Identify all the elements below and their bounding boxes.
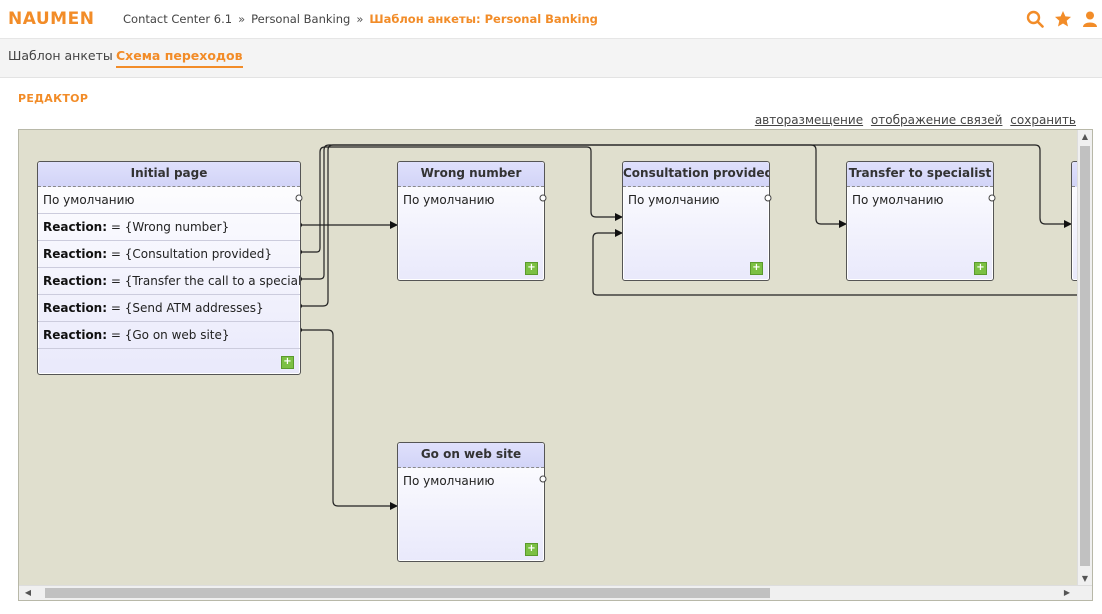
editor-title: РЕДАКТОР (18, 92, 89, 105)
breadcrumb-item-personal-banking[interactable]: Personal Banking (251, 12, 350, 26)
output-port (539, 475, 547, 483)
scroll-right-icon[interactable]: ▶ (1060, 586, 1074, 600)
tab-template[interactable]: Шаблон анкеты (8, 48, 113, 63)
horizontal-scroll-thumb[interactable] (45, 588, 770, 598)
star-icon[interactable] (1054, 10, 1072, 28)
user-icon[interactable] (1081, 10, 1099, 28)
output-port (764, 194, 772, 202)
app-header: NAUMEN Contact Center 6.1 » Personal Banki… (0, 0, 1102, 39)
naumen-logo[interactable]: NAUMEN (8, 9, 94, 29)
breadcrumb-current: Шаблон анкеты: Personal Banking (369, 12, 598, 26)
auto-layout-link[interactable]: авторазмещение (755, 113, 863, 127)
breadcrumb-item-contact-center[interactable]: Contact Center 6.1 (123, 12, 232, 26)
vertical-scrollbar[interactable]: ▲ ▼ (1077, 130, 1092, 586)
output-port (988, 194, 996, 202)
tab-transition-scheme[interactable]: Схема переходов (116, 48, 243, 68)
breadcrumb-separator: » (238, 12, 246, 26)
tab-bar: Шаблон анкеты Схема переходов (0, 39, 1102, 78)
output-ports (295, 194, 996, 483)
save-link[interactable]: сохранить (1010, 113, 1076, 127)
vertical-scroll-thumb[interactable] (1080, 146, 1090, 566)
output-port (539, 194, 547, 202)
search-icon[interactable] (1026, 10, 1044, 28)
diagram-canvas[interactable]: Initial page По умолчанию Reaction: = {W… (18, 129, 1093, 601)
scroll-up-icon[interactable]: ▲ (1078, 130, 1092, 144)
breadcrumb: Contact Center 6.1 » Personal Banking » Шабл… (123, 12, 598, 26)
show-links-link[interactable]: отображение связей (871, 113, 1003, 127)
output-port (295, 194, 303, 202)
scroll-left-icon[interactable]: ◀ (21, 586, 35, 600)
editor-toolbar: авторазмещение отображение связей сохран… (751, 113, 1076, 127)
horizontal-scrollbar[interactable]: ◀ ▶ (19, 585, 1092, 600)
scroll-down-icon[interactable]: ▼ (1078, 572, 1092, 586)
breadcrumb-separator: » (356, 12, 364, 26)
